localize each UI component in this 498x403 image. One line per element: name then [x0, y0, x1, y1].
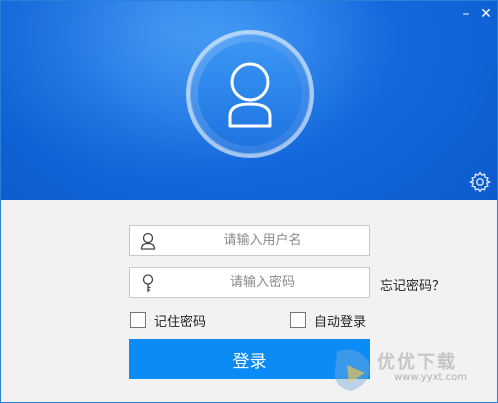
remember-label: 记住密码 — [154, 314, 207, 330]
auto-login-checkbox[interactable]: 自动登录 — [290, 311, 367, 330]
remember-password-checkbox[interactable]: 记住密码 — [130, 311, 207, 330]
login-window: – ✕ 忘记密码？ — [0, 0, 498, 403]
minimize-button[interactable]: – — [457, 5, 475, 23]
watermark-text: 优优下载 — [377, 352, 457, 373]
close-button[interactable]: ✕ — [477, 5, 495, 23]
username-input[interactable] — [160, 226, 365, 255]
remember-checkbox-box[interactable] — [130, 312, 146, 328]
password-input[interactable] — [160, 268, 365, 297]
avatar — [186, 30, 314, 158]
avatar-inner — [198, 42, 302, 146]
user-avatar-icon — [228, 62, 272, 128]
auto-login-checkbox-box[interactable] — [290, 312, 306, 328]
forgot-password-link[interactable]: 忘记密码？ — [380, 275, 445, 294]
watermark-url: www.yyxt.com — [394, 372, 468, 383]
password-field[interactable] — [129, 267, 370, 298]
key-icon — [142, 274, 154, 292]
gear-icon[interactable] — [468, 170, 492, 194]
login-header: – ✕ — [1, 1, 497, 200]
auto-login-label: 自动登录 — [314, 314, 367, 330]
user-icon — [140, 232, 156, 250]
username-field[interactable] — [129, 225, 370, 256]
